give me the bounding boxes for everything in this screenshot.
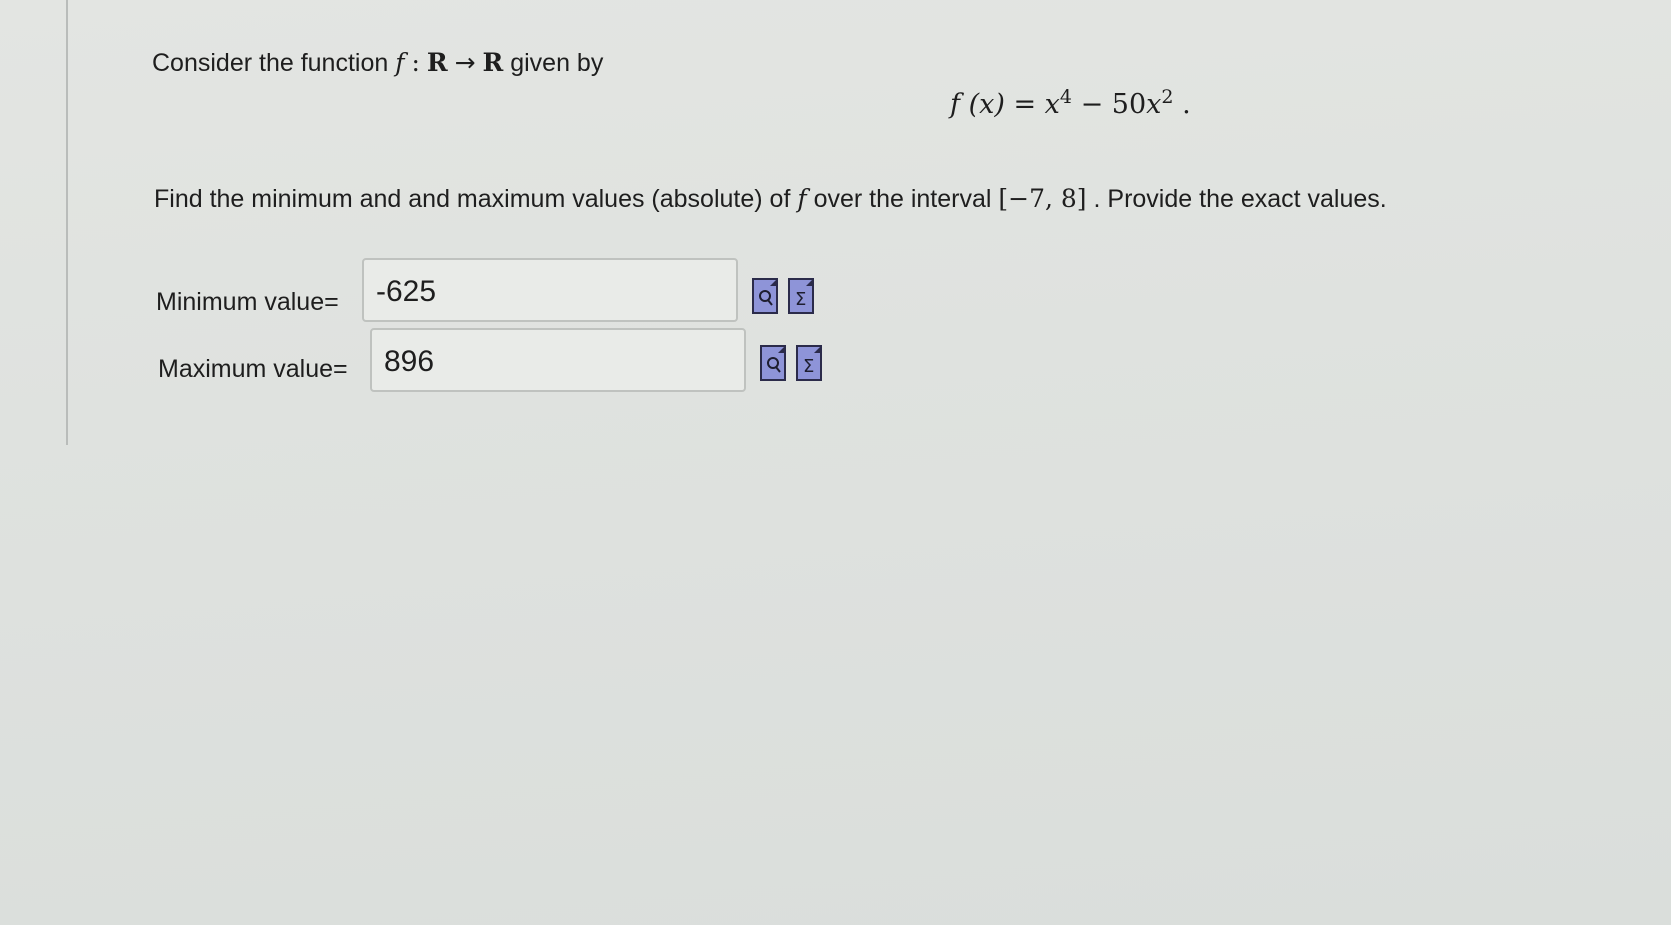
find-mid: over the interval [813,185,992,213]
equation-exp1: 4 [1059,86,1072,108]
page-left-border [66,0,68,445]
min-label: Minimum value= [156,288,339,316]
interval: [−7, 8] [998,184,1087,213]
func-f: f [395,48,405,77]
equation-editor-icon[interactable]: Σ [788,278,814,314]
find-text: Find the minimum and and maximum values … [154,184,1387,214]
equation-exp2: 2 [1161,86,1174,108]
maps-to-arrow: → [454,48,476,77]
equation-editor-icon[interactable]: Σ [796,345,822,381]
equation-end: . [1182,89,1191,120]
intro-prefix: Consider the function [152,49,389,77]
intro-text: Consider the function f : R → R given by [152,48,603,78]
intro-suffix: given by [510,49,604,77]
find-suffix: . Provide the exact values. [1093,185,1387,213]
equation-minus: − 50 [1080,89,1147,120]
max-value-input[interactable]: 896 [370,328,746,392]
find-func-f: f [797,184,807,213]
preview-icon[interactable] [752,278,778,314]
equation-x1: x [1044,89,1060,120]
min-value-input[interactable]: -625 [362,258,738,322]
svg-text:Σ: Σ [795,289,806,308]
codomain-set: R [482,48,504,77]
max-label: Maximum value= [158,355,348,383]
domain-set: R [426,48,448,77]
svg-text:Σ: Σ [803,356,814,375]
preview-icon[interactable] [760,345,786,381]
find-prefix: Find the minimum and and maximum values … [154,185,791,213]
function-equation: f (x) = x4 − 50x2 . [950,86,1191,120]
equation-x2: x [1146,89,1162,120]
equation-lhs: f (x) = [950,89,1037,120]
func-colon: : [411,48,420,77]
